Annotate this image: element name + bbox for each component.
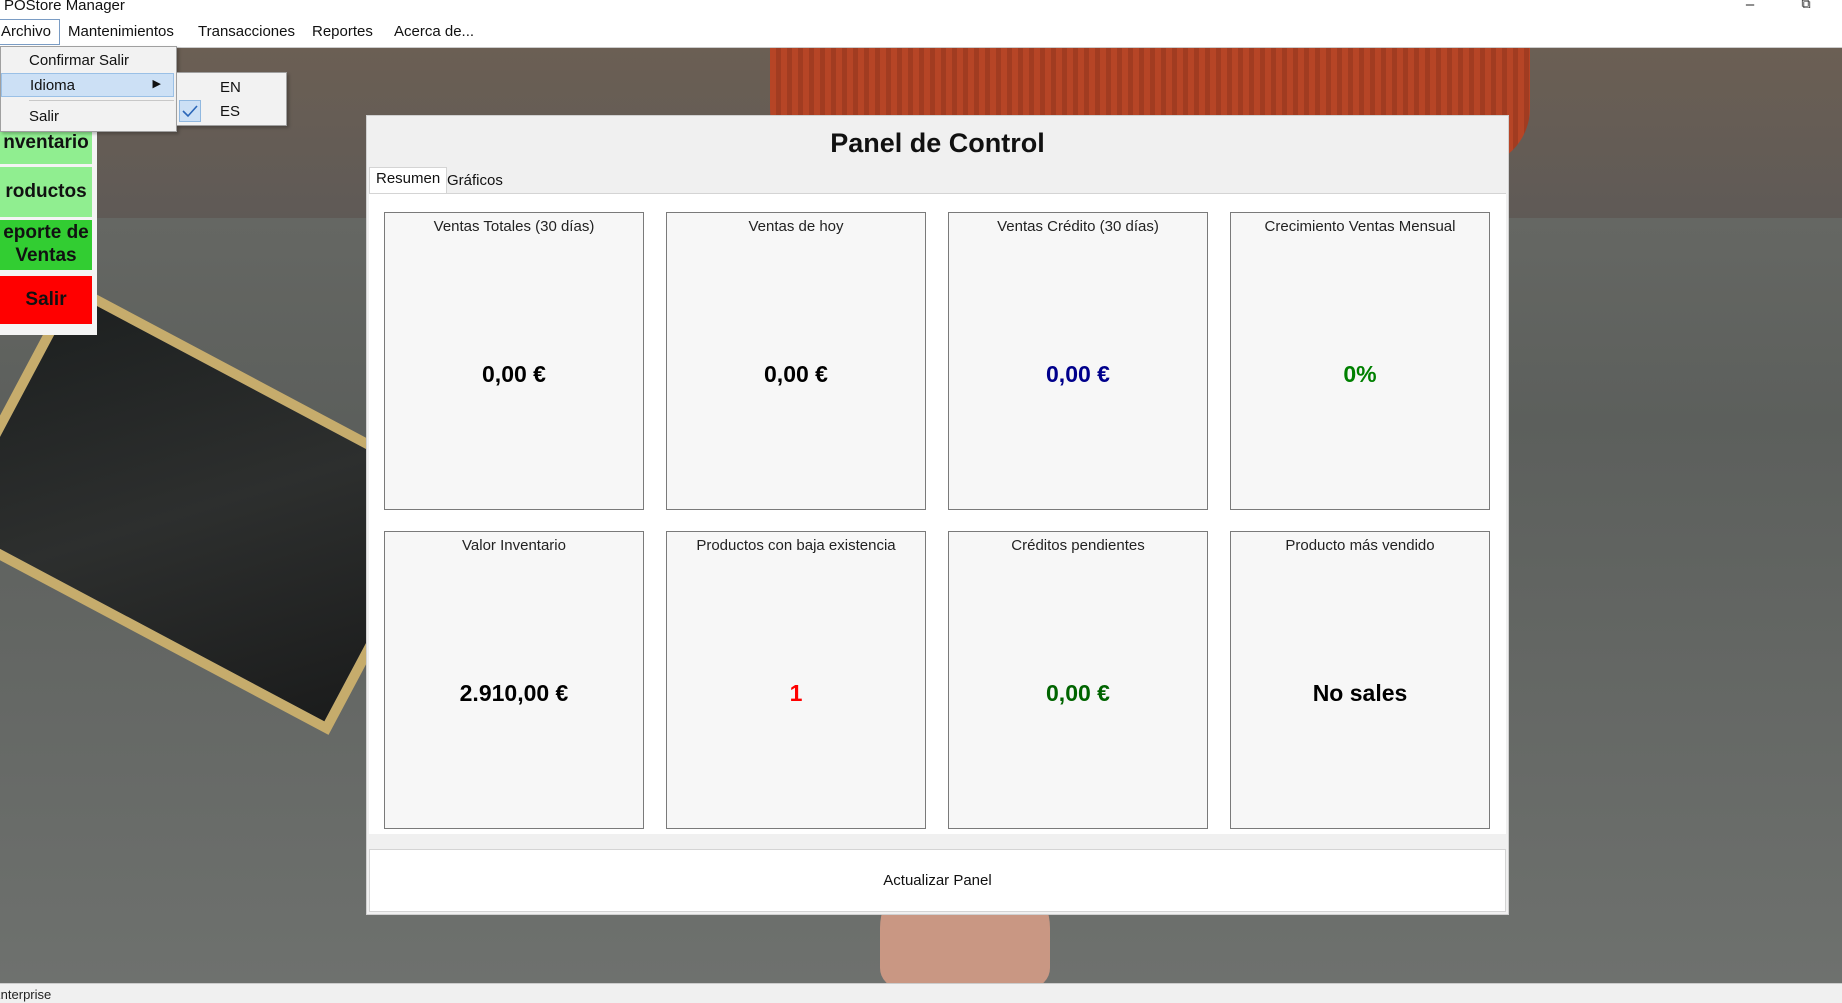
card-value: 2.910,00 € (459, 680, 569, 706)
card-today-sales: Ventas de hoy 0,00 € (666, 212, 926, 510)
language-option-es[interactable]: ES (177, 99, 284, 123)
menu-item-label: Idioma (30, 77, 76, 94)
tab-graficos[interactable]: Gráficos (441, 170, 509, 194)
menu-archivo[interactable]: Archivo (0, 19, 61, 45)
menu-item-exit[interactable]: Salir (1, 105, 174, 129)
products-button[interactable]: roductos (0, 167, 92, 217)
status-bar: Enterprise (0, 983, 1842, 1003)
language-label: EN (220, 79, 241, 96)
exit-button[interactable]: Salir (0, 276, 92, 324)
language-option-en[interactable]: EN (177, 75, 284, 99)
card-value: No sales (1312, 680, 1408, 706)
card-pending-credits: Créditos pendientes 0,00 € (948, 531, 1208, 829)
dashboard-panel: Panel de Control Resumen Gráficos Ventas… (366, 115, 1509, 915)
card-total-sales: Ventas Totales (30 días) 0,00 € (384, 212, 644, 510)
menu-reportes[interactable]: Reportes (312, 23, 373, 40)
card-value: 0,00 € (482, 361, 546, 387)
refresh-panel-button[interactable]: Actualizar Panel (369, 849, 1506, 912)
menu-item-confirm-exit[interactable]: Confirmar Salir (1, 49, 174, 73)
card-value: 0,00 € (1046, 361, 1110, 387)
language-label: ES (220, 103, 241, 120)
summary-tab-body: Ventas Totales (30 días) 0,00 € Ventas d… (369, 193, 1506, 834)
card-value: 0,00 € (1046, 680, 1110, 706)
card-label: Ventas Crédito (30 días) (997, 218, 1159, 235)
card-value: 0% (1343, 361, 1377, 387)
restore-button[interactable]: ⧉ (1791, 0, 1821, 12)
checkmark-icon (179, 100, 201, 122)
card-label: Créditos pendientes (1011, 537, 1145, 554)
title-bar: POStore Manager – ⧉ (0, 0, 1842, 16)
card-credit-sales: Ventas Crédito (30 días) 0,00 € (948, 212, 1208, 510)
card-inventory-value: Valor Inventario 2.910,00 € (384, 531, 644, 829)
exit-button-label: Salir (25, 288, 67, 310)
dashboard-title: Panel de Control (830, 128, 1045, 158)
card-label: Producto más vendido (1285, 537, 1435, 554)
products-button-label: roductos (5, 180, 87, 202)
card-top-product: Producto más vendido No sales (1230, 531, 1490, 829)
minimize-button[interactable]: – (1735, 0, 1765, 13)
sales-report-button-label: eporte de Ventas (3, 222, 89, 266)
language-submenu: EN ES (176, 72, 287, 126)
tab-resumen[interactable]: Resumen (369, 167, 448, 196)
card-value: 1 (789, 680, 803, 706)
inventory-button-label: nventario (3, 132, 89, 154)
card-label: Valor Inventario (462, 537, 566, 554)
card-value: 0,00 € (764, 361, 828, 387)
menu-acerca-de[interactable]: Acerca de... (394, 23, 474, 40)
menu-bar: Archivo Mantenimientos Transacciones Rep… (0, 16, 1842, 48)
menu-item-label: Confirmar Salir (29, 52, 130, 69)
submenu-arrow-icon: ▶ (152, 78, 161, 90)
card-label: Productos con baja existencia (696, 537, 896, 554)
menu-mantenimientos[interactable]: Mantenimientos (68, 23, 174, 40)
card-low-stock: Productos con baja existencia 1 (666, 531, 926, 829)
menu-item-language[interactable]: Idioma ▶ (1, 73, 174, 97)
sales-report-button[interactable]: eporte de Ventas (0, 220, 92, 270)
card-label: Crecimiento Ventas Mensual (1264, 218, 1456, 235)
card-monthly-growth: Crecimiento Ventas Mensual 0% (1230, 212, 1490, 510)
card-label: Ventas Totales (30 días) (433, 218, 595, 235)
menu-item-label: Salir (29, 108, 60, 125)
window-title: POStore Manager (4, 0, 125, 14)
menu-transacciones[interactable]: Transacciones (198, 23, 295, 40)
file-menu-dropdown: Confirmar Salir Idioma ▶ Salir (0, 46, 177, 132)
menu-separator (29, 100, 174, 101)
status-text: Enterprise (0, 987, 52, 1002)
card-label: Ventas de hoy (748, 218, 844, 235)
